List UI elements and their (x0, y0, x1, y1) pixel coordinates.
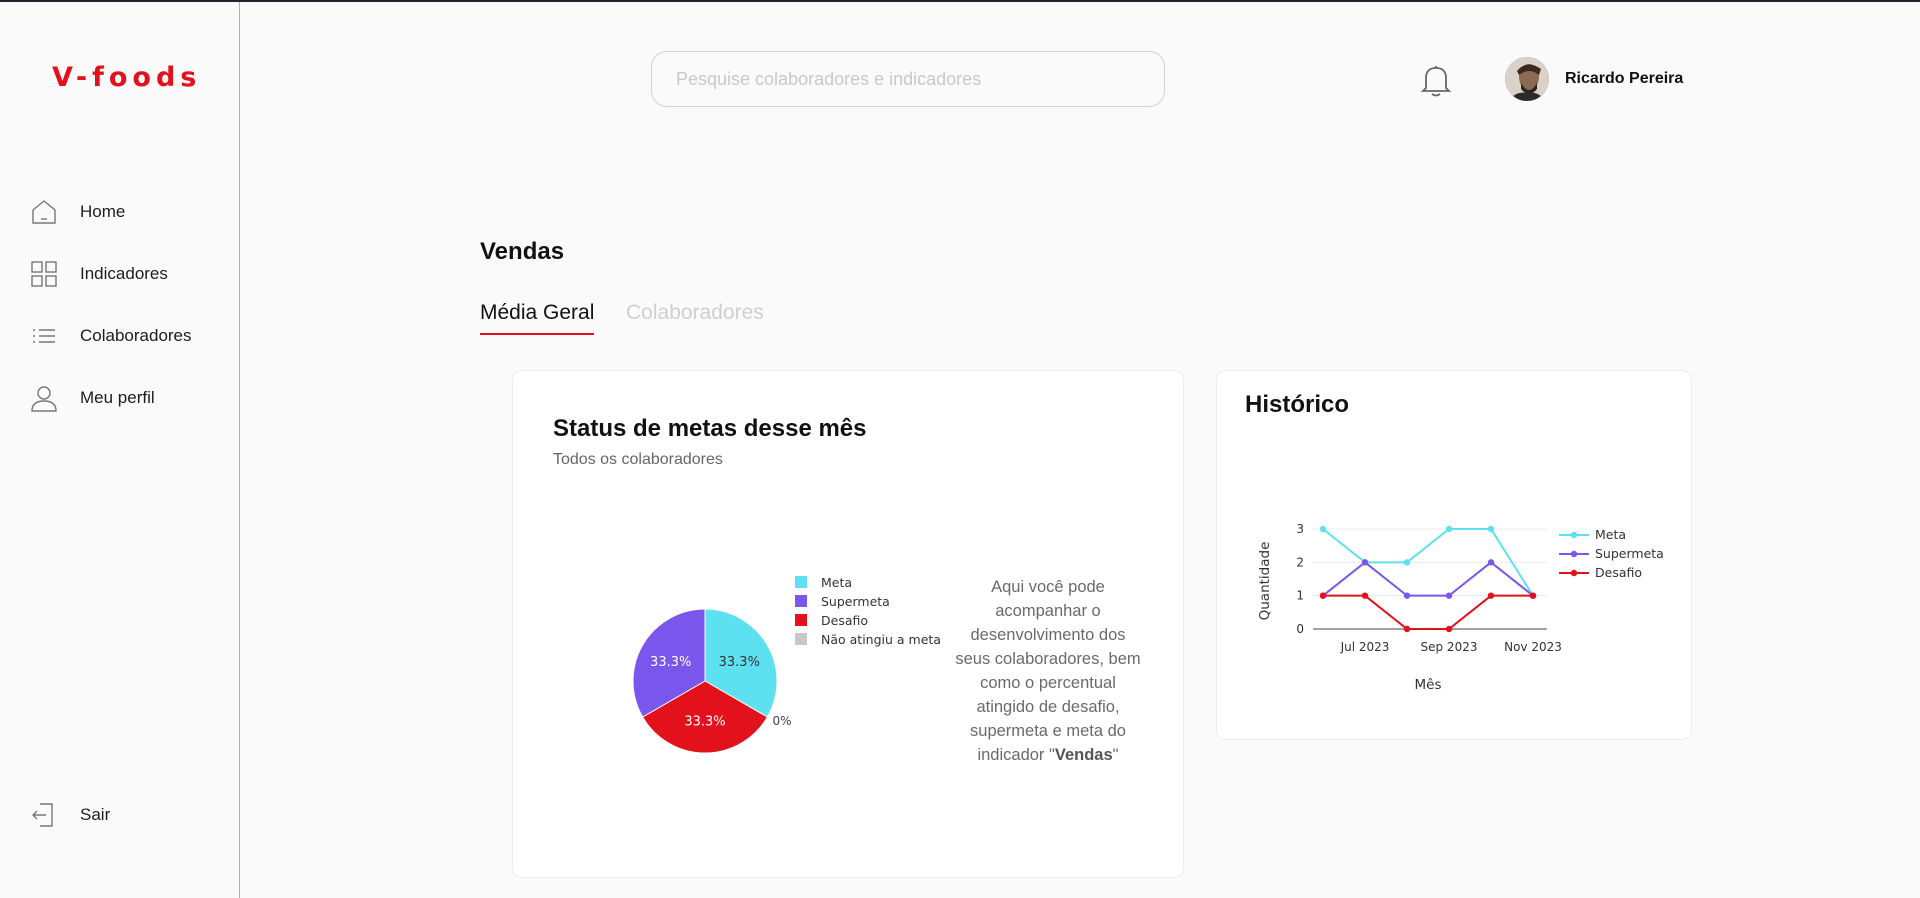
tab-media-geral[interactable]: Média Geral (480, 301, 595, 335)
logout-icon (30, 801, 58, 829)
status-card: Status de metas desse mês Todos os colab… (512, 370, 1184, 878)
x-tick-label: Jul 2023 (1340, 640, 1390, 654)
data-point[interactable] (1319, 592, 1327, 599)
tab-colaboradores[interactable]: Colaboradores (626, 301, 764, 325)
data-point[interactable] (1487, 525, 1495, 533)
user-name[interactable]: Ricardo Pereira (1565, 70, 1683, 88)
history-card-title: Histórico (1245, 391, 1350, 418)
data-point[interactable] (1319, 525, 1327, 533)
status-description-text: Aqui você pode acompanhar o desenvolvime… (955, 578, 1141, 764)
data-point[interactable] (1403, 592, 1411, 599)
data-point[interactable] (1445, 592, 1453, 599)
grid-icon (30, 260, 58, 288)
data-point[interactable] (1487, 559, 1495, 566)
page-title: Vendas (480, 238, 565, 265)
line-chart: 0 1 2 3 Jul 2023 Sep 2023 Nov 2023 Mês Quantidad… (1257, 522, 1664, 693)
bell-icon[interactable] (1420, 63, 1452, 102)
sidebar-item-indicadores[interactable]: Indicadores (30, 260, 168, 288)
series-line-supermeta[interactable] (1322, 561, 1534, 597)
user-icon (30, 384, 58, 412)
sidebar-item-meu-perfil[interactable]: Meu perfil (30, 384, 155, 412)
status-description: Aqui você pode acompanhar o desenvolvime… (953, 575, 1143, 767)
legend-swatch[interactable] (795, 595, 807, 607)
list-icon (30, 322, 58, 350)
legend-label[interactable]: Supermeta (821, 594, 890, 609)
data-point[interactable] (1403, 559, 1411, 566)
sidebar-item-label: Colaboradores (80, 326, 192, 345)
pie-slice-label: 33.3% (650, 655, 691, 670)
legend-marker[interactable] (1570, 531, 1578, 539)
sidebar: V-foods Home Indicadores Colaboradores M… (0, 2, 240, 898)
legend-label[interactable]: Desafio (1595, 565, 1642, 580)
sidebar-item-home[interactable]: Home (30, 198, 125, 226)
x-tick-label: Nov 2023 (1504, 640, 1562, 654)
pie-chart: 33.3% 33.3% 33.3% 0% Meta Supermeta Desafio Não… (632, 575, 941, 754)
search-input[interactable] (651, 51, 1165, 107)
legend-label[interactable]: Meta (1595, 527, 1626, 542)
legend-swatch[interactable] (795, 576, 807, 588)
legend-label[interactable]: Desafio (821, 613, 868, 628)
data-point[interactable] (1445, 525, 1453, 533)
status-description-suffix: " (1112, 746, 1119, 764)
y-tick-label: 3 (1296, 522, 1304, 536)
legend-label[interactable]: Meta (821, 575, 852, 590)
legend-marker[interactable] (1570, 569, 1578, 577)
sidebar-item-label: Home (80, 202, 126, 221)
sidebar-item-label: Meu perfil (80, 388, 155, 407)
avatar[interactable] (1505, 57, 1549, 101)
pie-slice-label: 33.3% (684, 715, 725, 730)
legend-swatch[interactable] (795, 633, 807, 645)
history-card: Histórico 0 1 2 3 Jul 2023 Sep 2023 Nov 2023 Mê… (1216, 370, 1692, 740)
indicator-name: Vendas (1054, 746, 1113, 764)
sidebar-item-sair[interactable]: Sair (30, 801, 110, 829)
data-point[interactable] (1445, 625, 1453, 633)
x-axis-label: Mês (1415, 677, 1442, 693)
legend-swatch[interactable] (795, 614, 807, 626)
home-icon (30, 198, 58, 226)
legend-label[interactable]: Não atingiu a meta (821, 632, 941, 647)
pie-slice-label: 0% (773, 714, 792, 728)
data-point[interactable] (1361, 592, 1369, 599)
data-point[interactable] (1361, 559, 1369, 566)
sidebar-item-label: Sair (80, 805, 111, 824)
data-point[interactable] (1529, 592, 1537, 599)
x-tick-label: Sep 2023 (1421, 640, 1478, 654)
legend-marker[interactable] (1570, 550, 1578, 558)
sidebar-item-label: Indicadores (80, 264, 168, 283)
y-tick-label: 1 (1296, 589, 1304, 603)
data-point[interactable] (1403, 625, 1411, 633)
y-tick-label: 2 (1296, 555, 1304, 569)
data-point[interactable] (1487, 592, 1495, 599)
brand-logo[interactable]: V-foods (52, 62, 201, 93)
y-tick-label: 0 (1296, 622, 1304, 636)
sidebar-item-colaboradores[interactable]: Colaboradores (30, 322, 192, 350)
legend-label[interactable]: Supermeta (1595, 546, 1664, 561)
pie-slice-label: 33.3% (719, 655, 760, 670)
y-axis-label: Quantidade (1257, 542, 1273, 621)
series-line-desafio[interactable] (1323, 594, 1533, 630)
